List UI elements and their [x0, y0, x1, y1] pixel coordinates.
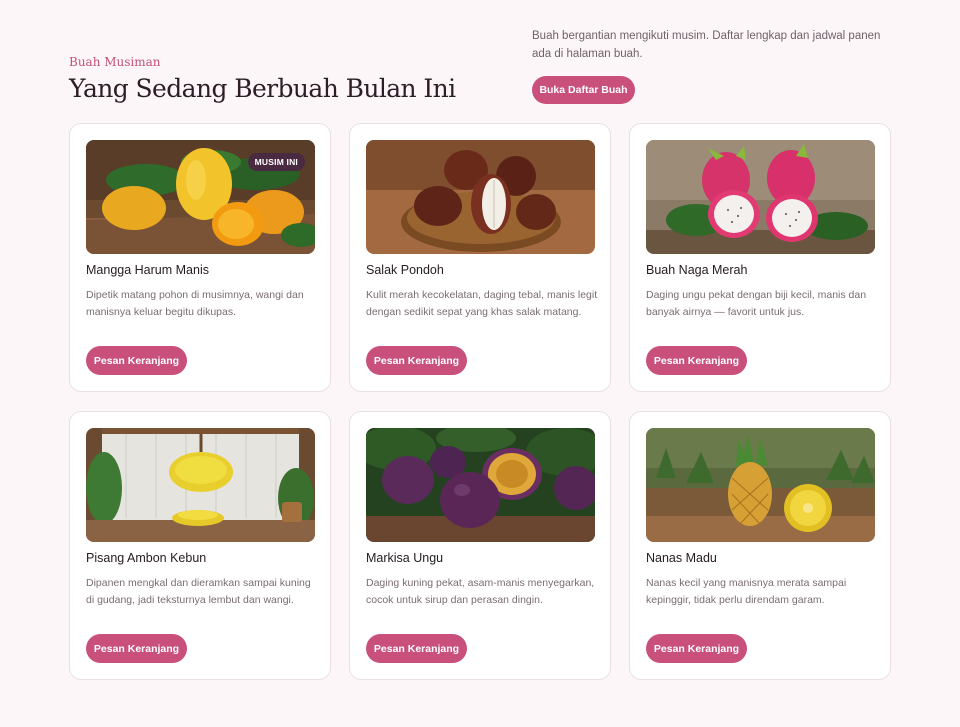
order-basket-button[interactable]: Pesan Keranjang — [366, 346, 467, 375]
product-card-dragonfruit: Buah Naga Merah Daging ungu pekat dengan… — [629, 123, 891, 392]
order-basket-button[interactable]: Pesan Keranjang — [366, 634, 467, 663]
product-description: Nanas kecil yang manisnya merata sampai … — [646, 577, 847, 606]
product-description: Dipetik matang pohon di musimnya, wangi … — [86, 289, 304, 318]
passionfruit-image[interactable] — [366, 428, 595, 542]
order-basket-button[interactable]: Pesan Keranjang — [86, 634, 187, 663]
salak-image[interactable] — [366, 140, 595, 254]
section-header: Buah Musiman Yang Sedang Berbuah Bulan I… — [69, 0, 891, 120]
product-name: Salak Pondoh — [366, 263, 444, 277]
product-card-banana: Pisang Ambon Kebun Dipanen mengkal dan d… — [69, 411, 331, 680]
pineapple-image[interactable] — [646, 428, 875, 542]
product-card-salak: Salak Pondoh Kulit merah kecokelatan, da… — [349, 123, 611, 392]
section-intro: Buah bergantian mengikuti musim. Daftar … — [532, 30, 881, 60]
order-basket-button[interactable]: Pesan Keranjang — [646, 346, 747, 375]
product-description: Daging ungu pekat dengan biji kecil, man… — [646, 289, 867, 318]
open-fruit-list-button[interactable]: Buka Daftar Buah — [532, 76, 635, 104]
order-basket-button[interactable]: Pesan Keranjang — [646, 634, 747, 663]
product-grid: MUSIM INI Mangga Harum Manis Dipetik mat… — [69, 123, 891, 680]
page-title: Yang Sedang Berbuah Bulan Ini — [69, 74, 456, 103]
banana-image[interactable] — [86, 428, 315, 542]
section-eyebrow: Buah Musiman — [69, 55, 161, 69]
product-description: Dipanen mengkal dan dieramkan sampai kun… — [86, 577, 311, 606]
product-name: Markisa Ungu — [366, 551, 444, 565]
product-card-passionfruit: Markisa Ungu Daging kuning pekat, asam-m… — [349, 411, 611, 680]
order-basket-button[interactable]: Pesan Keranjang — [86, 346, 187, 375]
season-badge: MUSIM INI — [247, 153, 305, 171]
product-description: Kulit merah kecokelatan, daging tebal, m… — [366, 289, 598, 318]
dragonfruit-image[interactable] — [646, 140, 875, 254]
product-name: Pisang Ambon Kebun — [86, 551, 207, 565]
product-name: Mangga Harum Manis — [86, 263, 209, 277]
product-card-pineapple: Nanas Madu Nanas kecil yang manisnya mer… — [629, 411, 891, 680]
product-description: Daging kuning pekat, asam-manis menyegar… — [366, 577, 595, 606]
product-card-mango: MUSIM INI Mangga Harum Manis Dipetik mat… — [69, 123, 331, 392]
product-name: Nanas Madu — [646, 551, 717, 565]
mango-image[interactable]: MUSIM INI — [86, 140, 315, 254]
product-name: Buah Naga Merah — [646, 263, 748, 277]
